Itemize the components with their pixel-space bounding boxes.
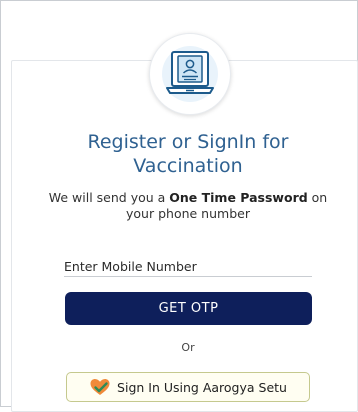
aarogya-setu-signin-button[interactable]: Sign In Using Aarogya Setu	[66, 372, 310, 402]
aarogya-button-label: Sign In Using Aarogya Setu	[117, 379, 287, 395]
subtitle-bold: One Time Password	[169, 190, 308, 205]
aarogya-setu-heart-icon	[90, 379, 110, 395]
laptop-profile-icon	[162, 46, 218, 102]
get-otp-button[interactable]: GET OTP	[65, 292, 312, 325]
page-title: Register or SignIn for Vaccination	[87, 131, 289, 177]
mobile-number-input[interactable]	[64, 256, 312, 277]
subtitle-prefix: We will send you a	[48, 190, 170, 205]
app-logo	[149, 33, 231, 115]
or-separator: Or	[181, 341, 195, 354]
otp-info-text: We will send you a One Time Password on …	[40, 190, 336, 222]
